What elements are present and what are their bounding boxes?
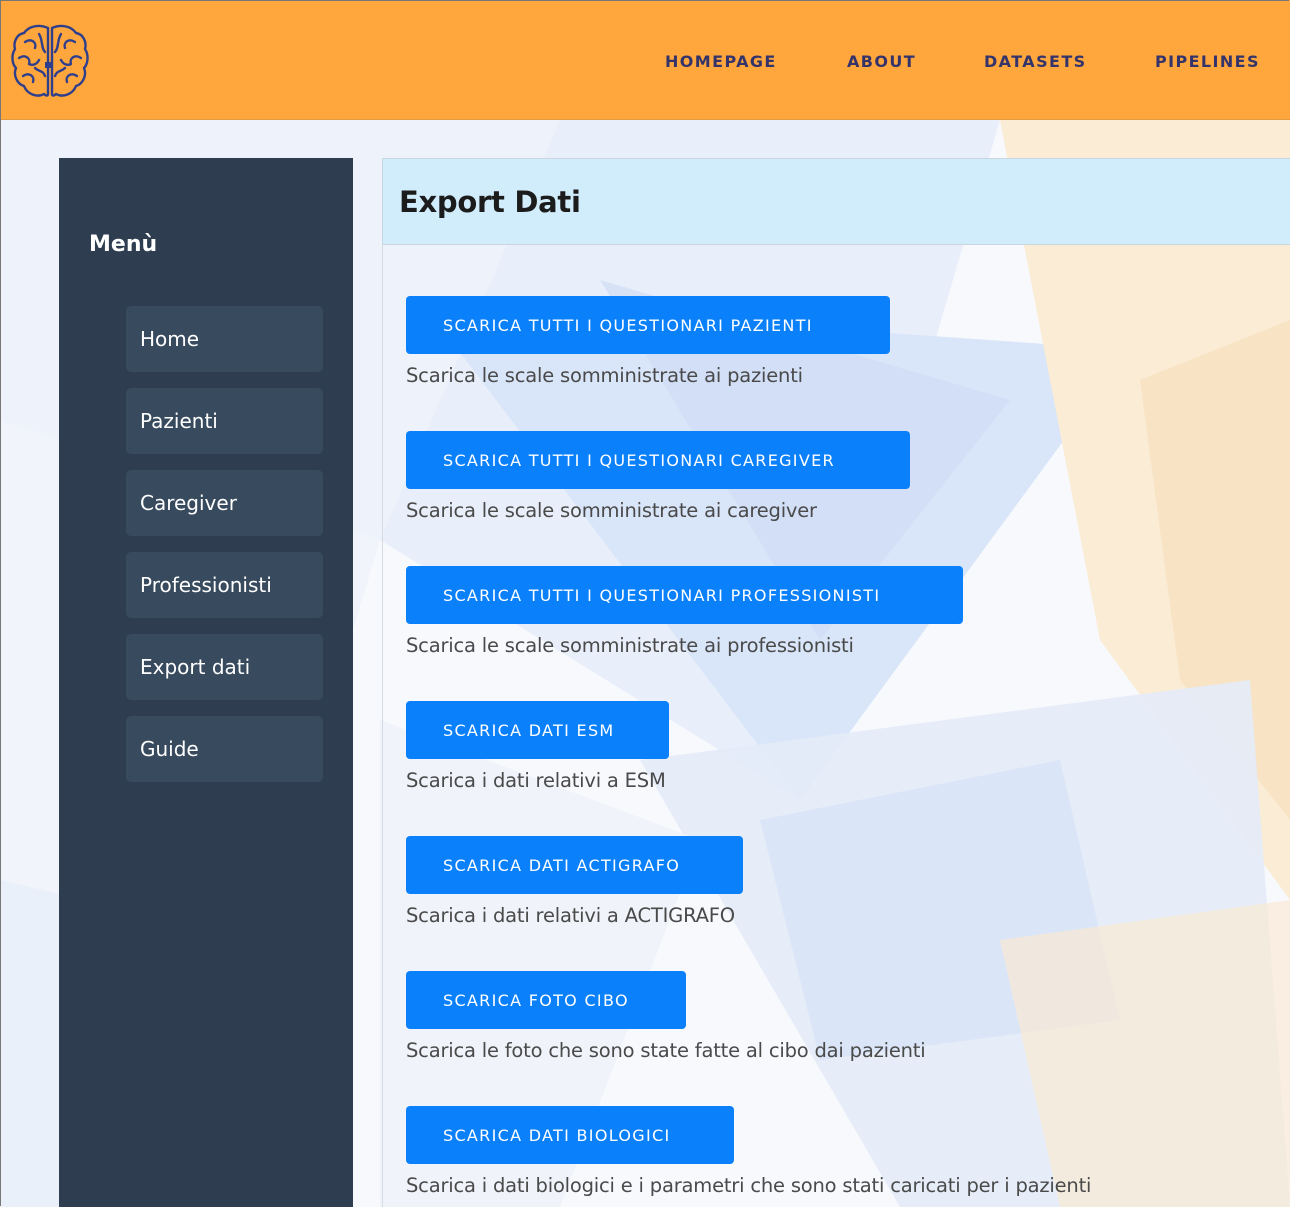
sidebar-item-export-dati[interactable]: Export dati — [126, 634, 323, 700]
export-description: Scarica le scale somministrate ai pazien… — [406, 364, 803, 387]
nav-datasets[interactable]: DATASETS — [984, 52, 1087, 71]
export-description: Scarica i dati relativi a ESM — [406, 769, 666, 792]
sidebar-item-guide[interactable]: Guide — [126, 716, 323, 782]
panel-header: Export Dati — [382, 158, 1290, 245]
sidebar-item-professionisti[interactable]: Professionisti — [126, 552, 323, 618]
export-description: Scarica le scale somministrate ai caregi… — [406, 499, 817, 522]
export-description: Scarica i dati biologici e i parametri c… — [406, 1174, 1092, 1197]
top-navbar: HOMEPAGE ABOUT DATASETS PIPELINES — [0, 0, 1290, 120]
brain-icon[interactable] — [9, 20, 91, 102]
nav-about[interactable]: ABOUT — [847, 52, 916, 71]
export-description: Scarica le scale somministrate ai profes… — [406, 634, 854, 657]
download-biological-data-button[interactable]: SCARICA DATI BIOLOGICI — [406, 1106, 734, 1164]
sidebar-item-home[interactable]: Home — [126, 306, 323, 372]
download-esm-button[interactable]: SCARICA DATI ESM — [406, 701, 669, 759]
sidebar-item-caregiver[interactable]: Caregiver — [126, 470, 323, 536]
download-actigraph-button[interactable]: SCARICA DATI ACTIGRAFO — [406, 836, 743, 894]
export-description: Scarica i dati relativi a ACTIGRAFO — [406, 904, 735, 927]
download-patient-questionnaires-button[interactable]: SCARICA TUTTI I QUESTIONARI PAZIENTI — [406, 296, 890, 354]
nav-pipelines[interactable]: PIPELINES — [1155, 52, 1260, 71]
sidebar-title: Menù — [89, 232, 158, 257]
sidebar-item-pazienti[interactable]: Pazienti — [126, 388, 323, 454]
page-title: Export Dati — [399, 185, 581, 219]
download-caregiver-questionnaires-button[interactable]: SCARICA TUTTI I QUESTIONARI CAREGIVER — [406, 431, 910, 489]
download-professional-questionnaires-button[interactable]: SCARICA TUTTI I QUESTIONARI PROFESSIONIS… — [406, 566, 963, 624]
download-food-photos-button[interactable]: SCARICA FOTO CIBO — [406, 971, 686, 1029]
nav-homepage[interactable]: HOMEPAGE — [665, 52, 777, 71]
sidebar: Menù Home Pazienti Caregiver Professioni… — [59, 158, 353, 1207]
export-description: Scarica le foto che sono state fatte al … — [406, 1039, 926, 1062]
